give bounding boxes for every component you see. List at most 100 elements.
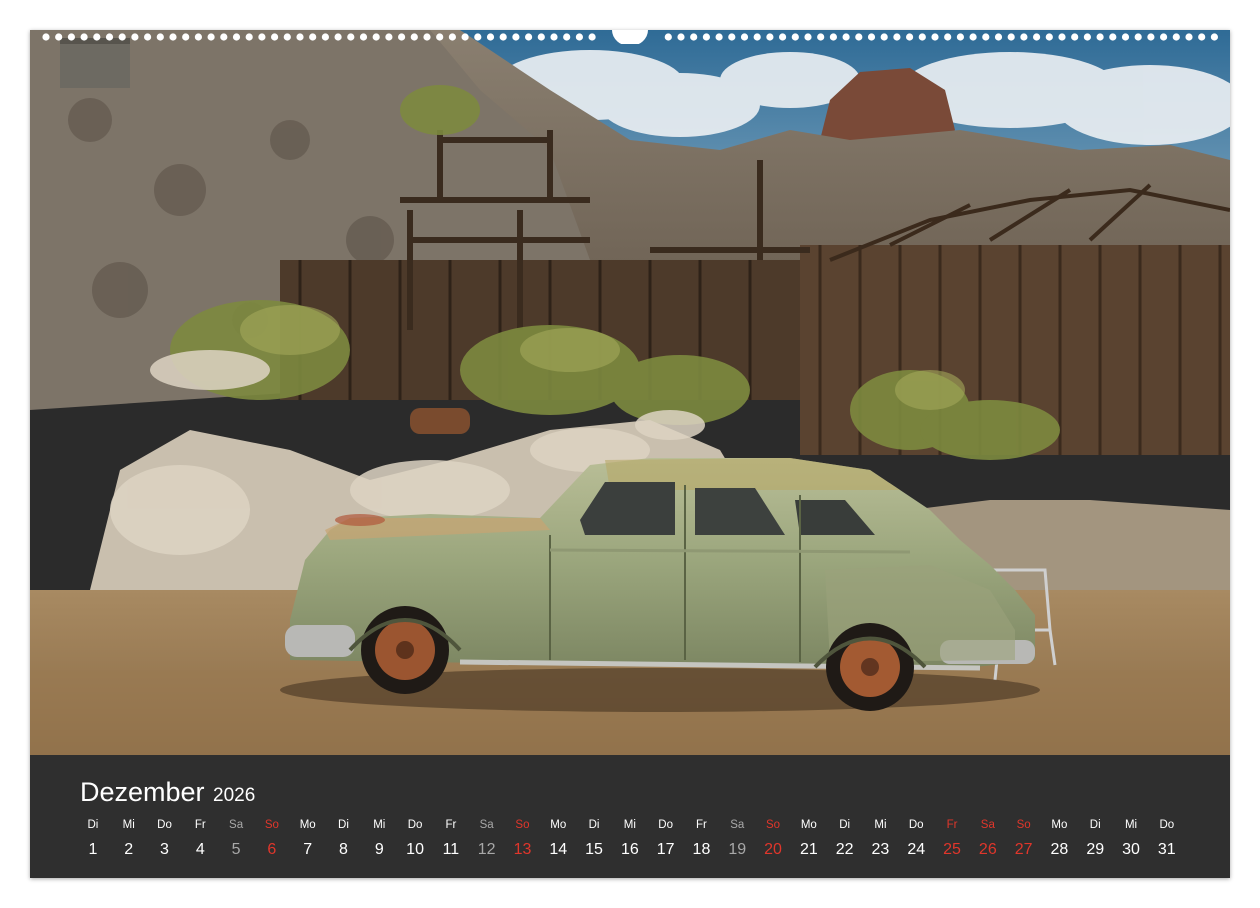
day-number: 4 (195, 841, 205, 858)
binding-hole (1007, 33, 1015, 41)
day-column: So 27 (1006, 817, 1042, 860)
binding-hole (690, 33, 698, 41)
day-number: 29 (1086, 841, 1105, 858)
day-column: Mo 28 (1042, 817, 1078, 860)
day-number: 23 (871, 841, 890, 858)
day-number: 16 (620, 841, 639, 858)
binding-hole (321, 33, 329, 41)
binding-hole (766, 33, 774, 41)
day-column: Fr 11 (433, 817, 469, 860)
binding-hole (918, 33, 926, 41)
day-column: Di 1 (75, 817, 111, 860)
day-name: Mo (550, 819, 567, 831)
day-name: So (515, 819, 530, 831)
binding-hole (956, 33, 965, 41)
binding-hole (410, 33, 418, 41)
binding-hole (448, 33, 456, 41)
day-name: Di (1089, 819, 1101, 831)
binding-hole (994, 33, 1003, 41)
day-number: 1 (88, 841, 98, 858)
day-column: Do 10 (397, 817, 433, 860)
day-column: Di 22 (827, 817, 863, 860)
binding-hole (817, 33, 825, 41)
binding-hole (906, 33, 914, 41)
binding-hole (829, 33, 838, 41)
day-column: Mi 9 (361, 817, 397, 860)
binding-hole (740, 33, 749, 41)
day-number: 11 (442, 841, 460, 858)
binding-hole (461, 33, 469, 41)
binding-hole (309, 33, 317, 41)
day-name: Fr (445, 819, 457, 831)
binding-hole (563, 33, 571, 41)
binding-hole (982, 33, 990, 41)
day-name: Mo (299, 819, 316, 831)
binding-hole (67, 33, 75, 41)
day-column: Fr 25 (934, 817, 970, 860)
day-column: Mo 21 (791, 817, 827, 860)
day-number: 28 (1050, 841, 1069, 858)
day-name: Fr (946, 819, 958, 831)
day-name: Di (338, 819, 349, 831)
binding-hole (271, 33, 279, 41)
day-column: Fr 4 (182, 817, 218, 860)
day-column: Mo 7 (290, 817, 326, 860)
binding-hole (372, 33, 380, 41)
day-column: Do 3 (147, 817, 183, 860)
binding-hole (1185, 33, 1193, 41)
binding-hole (677, 33, 685, 41)
day-name: So (1016, 819, 1031, 831)
day-column: Sa 26 (970, 817, 1006, 860)
binding-hole (131, 33, 139, 41)
binding-hole (359, 33, 368, 41)
day-column: Fr 18 (684, 817, 720, 860)
binding-hole (423, 33, 431, 41)
day-column: Di 29 (1077, 817, 1113, 860)
day-name: Mi (1124, 819, 1138, 831)
day-column: Mo 14 (540, 817, 576, 860)
binding-hole (156, 33, 164, 41)
day-name: Mo (1051, 819, 1068, 831)
day-number: 21 (799, 841, 818, 858)
binding-hole (931, 33, 939, 41)
binding-hole (842, 33, 850, 41)
day-name: Do (658, 819, 673, 831)
binding-hole (80, 33, 88, 41)
day-name: Do (407, 819, 423, 831)
binding-holes (42, 30, 1218, 44)
binding-hole (93, 33, 101, 41)
day-number: 22 (835, 841, 854, 858)
day-number: 18 (692, 841, 711, 858)
binding-hole (42, 33, 50, 41)
binding-hole (1096, 33, 1104, 41)
day-column: So 20 (755, 817, 791, 860)
binding-hole (537, 33, 545, 41)
day-column: So 13 (505, 817, 541, 860)
day-number: 25 (943, 841, 961, 858)
binding-hole (664, 33, 672, 41)
day-name: Mi (373, 819, 386, 831)
binding-hole (804, 33, 812, 41)
binding-hole (1210, 33, 1218, 41)
day-number: 24 (907, 841, 926, 858)
binding-hole (182, 33, 190, 41)
day-column: Sa 5 (218, 817, 254, 860)
binding-hole (1109, 33, 1117, 41)
binding-hole (512, 33, 520, 41)
binding-hole (499, 33, 507, 41)
binding-hole (1134, 33, 1142, 41)
day-column: Mi 16 (612, 817, 648, 860)
day-name: Sa (730, 819, 745, 831)
binding-hole (880, 33, 888, 41)
binding-hole (283, 33, 291, 41)
binding-hole (245, 33, 253, 41)
binding-hole (525, 33, 533, 41)
day-number: 5 (231, 841, 241, 858)
binding-hole (728, 33, 736, 41)
binding-hole (385, 33, 393, 41)
binding-hole (944, 33, 952, 41)
day-column: Sa 19 (719, 817, 755, 860)
day-name: Mi (623, 819, 636, 831)
binding-hole (1045, 33, 1053, 41)
day-name: So (264, 819, 279, 831)
